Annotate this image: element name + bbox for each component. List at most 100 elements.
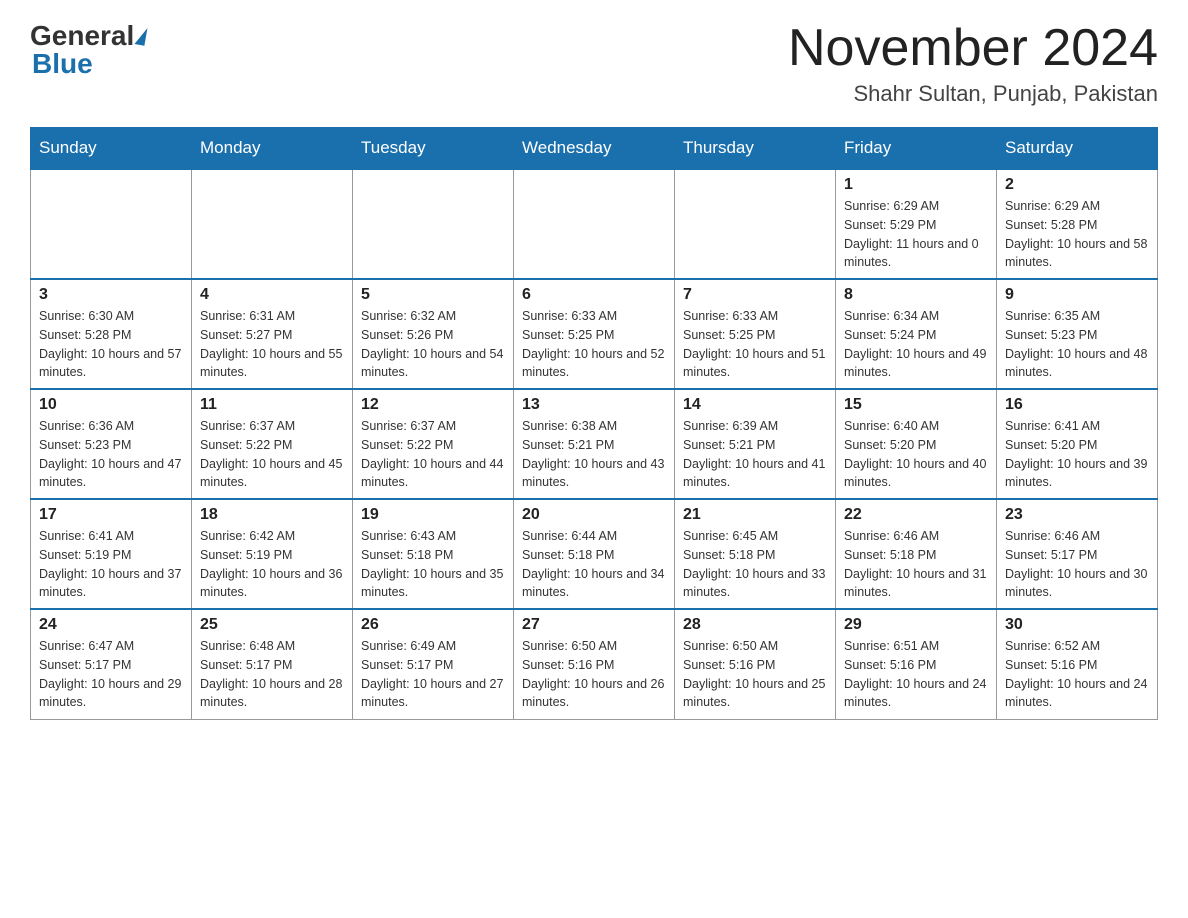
table-row: 5Sunrise: 6:32 AMSunset: 5:26 PMDaylight…: [353, 279, 514, 389]
table-row: 23 Sunrise: 6:46 AMSunset: 5:17 PMDayligh…: [997, 499, 1158, 609]
day-info: Sunrise: 6:37 AMSunset: 5:22 PMDaylight:…: [200, 417, 344, 492]
calendar-table: Sunday Monday Tuesday Wednesday Thursday…: [30, 127, 1158, 720]
table-row: [675, 169, 836, 279]
day-number: 2: [1005, 176, 1149, 194]
day-number: 11: [200, 396, 344, 414]
day-number: 21: [683, 506, 827, 524]
calendar-week-row: 24 Sunrise: 6:47 AMSunset: 5:17 PMDayligh…: [31, 609, 1158, 719]
day-number: 27: [522, 616, 666, 634]
col-tuesday: Tuesday: [353, 128, 514, 170]
calendar-header-row: Sunday Monday Tuesday Wednesday Thursday…: [31, 128, 1158, 170]
day-number: 15: [844, 396, 988, 414]
day-number: 17: [39, 506, 183, 524]
table-row: 2 Sunrise: 6:29 AMSunset: 5:28 PMDaylight…: [997, 169, 1158, 279]
day-info: Sunrise: 6:44 AMSunset: 5:18 PMDaylight:…: [522, 527, 666, 602]
table-row: 12 Sunrise: 6:37 AMSunset: 5:22 PMDayligh…: [353, 389, 514, 499]
day-info: Sunrise: 6:39 AMSunset: 5:21 PMDaylight:…: [683, 417, 827, 492]
page-header: General Blue November 2024 Shahr Sultan,…: [30, 20, 1158, 107]
day-number: 16: [1005, 396, 1149, 414]
table-row: 30 Sunrise: 6:52 AMSunset: 5:16 PMDayligh…: [997, 609, 1158, 719]
table-row: [353, 169, 514, 279]
day-info: Sunrise: 6:46 AMSunset: 5:18 PMDaylight:…: [844, 527, 988, 602]
col-thursday: Thursday: [675, 128, 836, 170]
table-row: 7 Sunrise: 6:33 AMSunset: 5:25 PMDaylight…: [675, 279, 836, 389]
logo-triangle-icon: [135, 26, 148, 45]
table-row: 26Sunrise: 6:49 AMSunset: 5:17 PMDayligh…: [353, 609, 514, 719]
day-number: 20: [522, 506, 666, 524]
month-year-title: November 2024: [788, 20, 1158, 77]
day-info: Sunrise: 6:52 AMSunset: 5:16 PMDaylight:…: [1005, 637, 1149, 712]
day-number: 5: [361, 286, 505, 304]
day-info: Sunrise: 6:48 AMSunset: 5:17 PMDaylight:…: [200, 637, 344, 712]
day-number: 3: [39, 286, 183, 304]
col-saturday: Saturday: [997, 128, 1158, 170]
day-number: 12: [361, 396, 505, 414]
calendar-week-row: 1Sunrise: 6:29 AMSunset: 5:29 PMDaylight…: [31, 169, 1158, 279]
day-number: 1: [844, 176, 988, 194]
day-info: Sunrise: 6:41 AMSunset: 5:19 PMDaylight:…: [39, 527, 183, 602]
day-info: Sunrise: 6:50 AMSunset: 5:16 PMDaylight:…: [522, 637, 666, 712]
table-row: 4Sunrise: 6:31 AMSunset: 5:27 PMDaylight…: [192, 279, 353, 389]
day-number: 18: [200, 506, 344, 524]
day-info: Sunrise: 6:31 AMSunset: 5:27 PMDaylight:…: [200, 307, 344, 382]
day-info: Sunrise: 6:37 AMSunset: 5:22 PMDaylight:…: [361, 417, 505, 492]
day-info: Sunrise: 6:51 AMSunset: 5:16 PMDaylight:…: [844, 637, 988, 712]
day-number: 22: [844, 506, 988, 524]
table-row: 19Sunrise: 6:43 AMSunset: 5:18 PMDayligh…: [353, 499, 514, 609]
table-row: 18Sunrise: 6:42 AMSunset: 5:19 PMDayligh…: [192, 499, 353, 609]
table-row: 13Sunrise: 6:38 AMSunset: 5:21 PMDayligh…: [514, 389, 675, 499]
table-row: 27 Sunrise: 6:50 AMSunset: 5:16 PMDayligh…: [514, 609, 675, 719]
day-info: Sunrise: 6:50 AMSunset: 5:16 PMDaylight:…: [683, 637, 827, 712]
day-info: Sunrise: 6:40 AMSunset: 5:20 PMDaylight:…: [844, 417, 988, 492]
day-number: 24: [39, 616, 183, 634]
logo: General Blue: [30, 20, 146, 80]
calendar-week-row: 10 Sunrise: 6:36 AMSunset: 5:23 PMDayligh…: [31, 389, 1158, 499]
table-row: 22 Sunrise: 6:46 AMSunset: 5:18 PMDayligh…: [836, 499, 997, 609]
day-number: 9: [1005, 286, 1149, 304]
calendar-week-row: 3 Sunrise: 6:30 AMSunset: 5:28 PMDaylight…: [31, 279, 1158, 389]
day-info: Sunrise: 6:33 AMSunset: 5:25 PMDaylight:…: [522, 307, 666, 382]
day-number: 26: [361, 616, 505, 634]
day-number: 8: [844, 286, 988, 304]
table-row: 28 Sunrise: 6:50 AMSunset: 5:16 PMDayligh…: [675, 609, 836, 719]
table-row: 14 Sunrise: 6:39 AMSunset: 5:21 PMDayligh…: [675, 389, 836, 499]
table-row: 3 Sunrise: 6:30 AMSunset: 5:28 PMDaylight…: [31, 279, 192, 389]
day-info: Sunrise: 6:38 AMSunset: 5:21 PMDaylight:…: [522, 417, 666, 492]
table-row: 6 Sunrise: 6:33 AMSunset: 5:25 PMDaylight…: [514, 279, 675, 389]
table-row: 21 Sunrise: 6:45 AMSunset: 5:18 PMDayligh…: [675, 499, 836, 609]
day-number: 30: [1005, 616, 1149, 634]
day-info: Sunrise: 6:36 AMSunset: 5:23 PMDaylight:…: [39, 417, 183, 492]
day-info: Sunrise: 6:47 AMSunset: 5:17 PMDaylight:…: [39, 637, 183, 712]
logo-blue-text: Blue: [32, 48, 93, 80]
table-row: 9 Sunrise: 6:35 AMSunset: 5:23 PMDaylight…: [997, 279, 1158, 389]
col-sunday: Sunday: [31, 128, 192, 170]
col-monday: Monday: [192, 128, 353, 170]
day-number: 6: [522, 286, 666, 304]
table-row: 8 Sunrise: 6:34 AMSunset: 5:24 PMDaylight…: [836, 279, 997, 389]
table-row: 24 Sunrise: 6:47 AMSunset: 5:17 PMDayligh…: [31, 609, 192, 719]
table-row: [514, 169, 675, 279]
day-number: 14: [683, 396, 827, 414]
day-info: Sunrise: 6:29 AMSunset: 5:28 PMDaylight:…: [1005, 197, 1149, 272]
table-row: [31, 169, 192, 279]
day-info: Sunrise: 6:46 AMSunset: 5:17 PMDaylight:…: [1005, 527, 1149, 602]
day-number: 10: [39, 396, 183, 414]
table-row: 20 Sunrise: 6:44 AMSunset: 5:18 PMDayligh…: [514, 499, 675, 609]
table-row: 11 Sunrise: 6:37 AMSunset: 5:22 PMDayligh…: [192, 389, 353, 499]
day-info: Sunrise: 6:35 AMSunset: 5:23 PMDaylight:…: [1005, 307, 1149, 382]
day-number: 25: [200, 616, 344, 634]
day-number: 28: [683, 616, 827, 634]
day-number: 7: [683, 286, 827, 304]
day-info: Sunrise: 6:41 AMSunset: 5:20 PMDaylight:…: [1005, 417, 1149, 492]
day-info: Sunrise: 6:45 AMSunset: 5:18 PMDaylight:…: [683, 527, 827, 602]
col-friday: Friday: [836, 128, 997, 170]
day-info: Sunrise: 6:34 AMSunset: 5:24 PMDaylight:…: [844, 307, 988, 382]
col-wednesday: Wednesday: [514, 128, 675, 170]
table-row: 29 Sunrise: 6:51 AMSunset: 5:16 PMDayligh…: [836, 609, 997, 719]
table-row: [192, 169, 353, 279]
day-number: 29: [844, 616, 988, 634]
day-info: Sunrise: 6:30 AMSunset: 5:28 PMDaylight:…: [39, 307, 183, 382]
location-subtitle: Shahr Sultan, Punjab, Pakistan: [788, 81, 1158, 107]
day-number: 23: [1005, 506, 1149, 524]
day-info: Sunrise: 6:33 AMSunset: 5:25 PMDaylight:…: [683, 307, 827, 382]
